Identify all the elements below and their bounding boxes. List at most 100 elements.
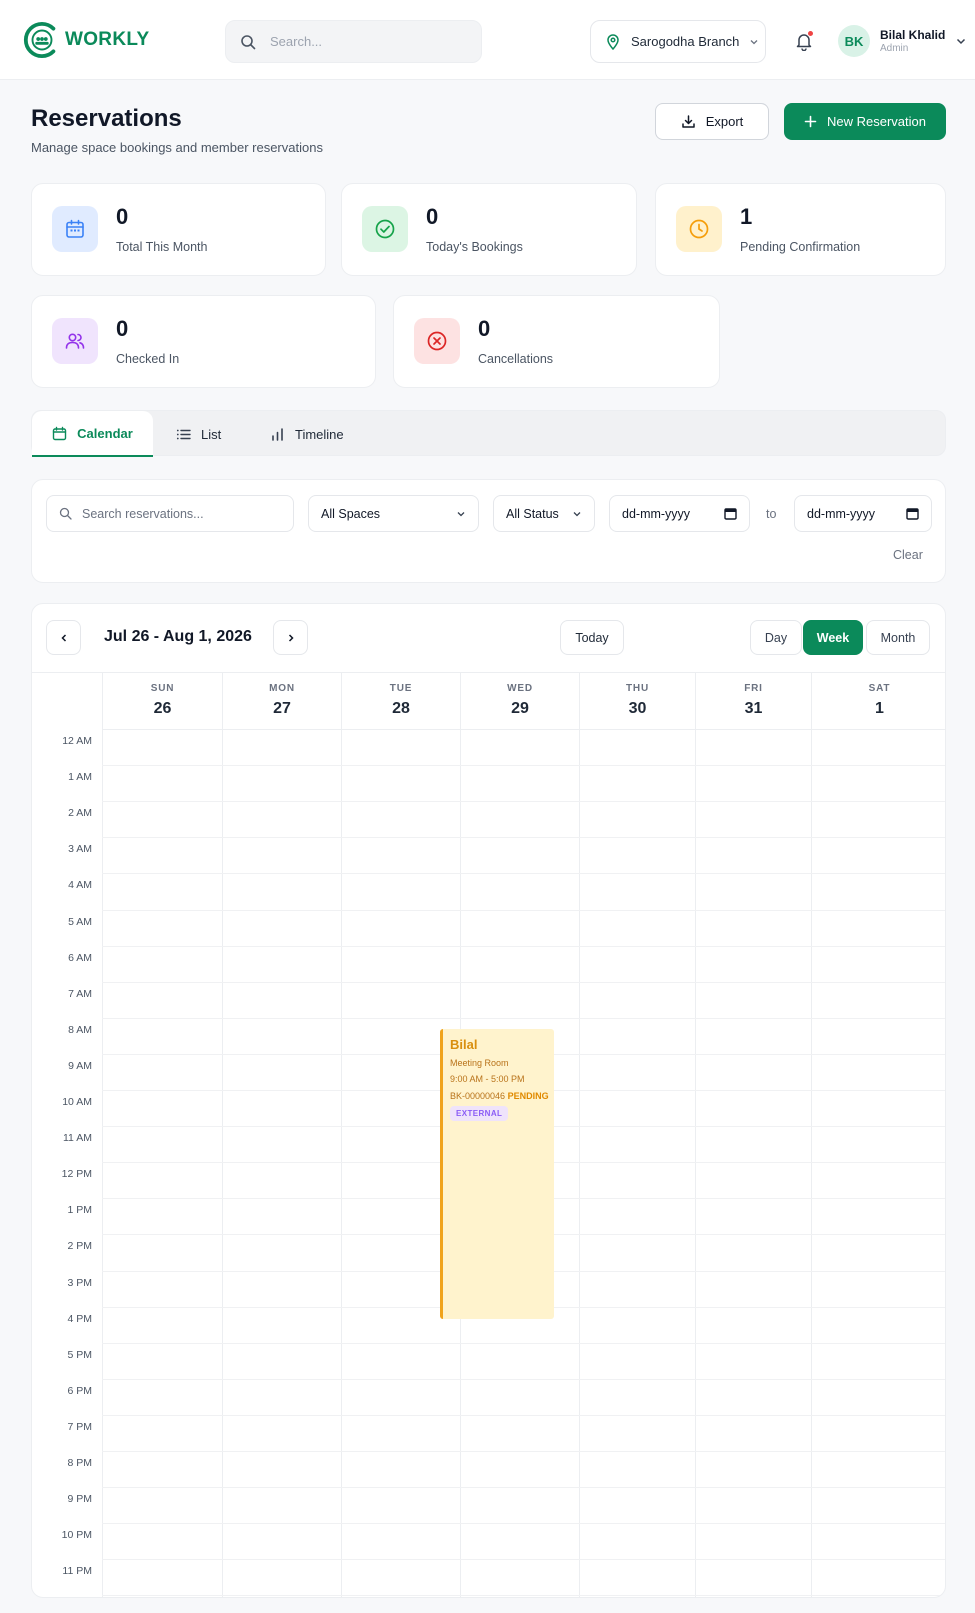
user-menu[interactable]: BK Bilal Khalid Admin [838, 25, 967, 57]
hour-label: 9 AM [68, 1059, 92, 1072]
spaces-select[interactable]: All Spaces [308, 495, 479, 532]
stat-value: 0 [426, 204, 439, 229]
brand-logo[interactable]: WORKLY [23, 20, 150, 60]
event-title: Bilal [450, 1037, 478, 1052]
global-search-input[interactable] [270, 34, 450, 49]
stat-value: 1 [740, 204, 753, 229]
stat-card-checked-in: 0 Checked In [31, 295, 376, 388]
reservation-search-input[interactable] [82, 506, 282, 521]
day-of-week: FRI [744, 683, 763, 694]
reservation-search[interactable] [46, 495, 294, 532]
tab-calendar[interactable]: Calendar [32, 411, 153, 457]
day-of-week: WED [507, 683, 533, 694]
bar-chart-icon [272, 427, 283, 441]
view-day-button[interactable]: Day [750, 620, 802, 655]
stat-label: Cancellations [478, 352, 554, 366]
day-number: 29 [511, 700, 529, 717]
hour-label: 8 AM [68, 1023, 92, 1036]
calendar-icon [906, 508, 919, 520]
stat-value: 0 [116, 316, 129, 341]
grid-row-divider [102, 1487, 945, 1489]
previous-week-button[interactable] [46, 620, 81, 655]
day-header: SUN 26 [102, 673, 222, 729]
view-month-button[interactable]: Month [866, 620, 930, 655]
today-button[interactable]: Today [560, 620, 624, 655]
stat-label: Checked In [116, 352, 180, 366]
hour-label: 2 PM [67, 1240, 92, 1253]
logo-icon [23, 21, 56, 59]
user-name: Bilal Khalid [880, 28, 946, 42]
hour-label: 9 PM [67, 1493, 92, 1506]
new-reservation-button[interactable]: New Reservation [784, 103, 946, 140]
tab-label: Timeline [295, 426, 344, 442]
chevron-right-icon [288, 633, 294, 642]
day-number: 28 [392, 700, 410, 717]
tab-list[interactable]: List [176, 411, 221, 457]
chevron-down-icon [457, 511, 465, 516]
next-week-button[interactable] [273, 620, 308, 655]
event-status: PENDING [507, 1091, 549, 1101]
hour-label: 11 PM [62, 1565, 92, 1578]
grid-row-divider [102, 873, 945, 875]
hour-label: 8 PM [67, 1457, 92, 1469]
hour-label: 6 PM [67, 1384, 92, 1397]
grid-row-divider [102, 1595, 945, 1597]
hour-label: 5 PM [67, 1348, 92, 1361]
stat-value: 0 [478, 316, 491, 341]
grid-row-divider [102, 1414, 945, 1416]
date-from-value: dd-mm-yyyy [622, 506, 691, 521]
grid-column-divider [222, 673, 223, 1597]
new-reservation-label: New Reservation [827, 114, 926, 129]
hour-label: 7 PM [67, 1420, 92, 1433]
stat-icon-wrap [52, 206, 98, 252]
day-number: 1 [875, 700, 884, 717]
status-select[interactable]: All Status [493, 495, 595, 532]
avatar: BK [838, 25, 870, 57]
day-header: THU 30 [579, 673, 695, 729]
grid-row-divider [102, 729, 945, 730]
hour-label: 2 AM [68, 807, 92, 820]
stat-label: Today's Bookings [426, 240, 523, 254]
download-icon [681, 115, 695, 128]
calendar-icon [52, 426, 67, 440]
event-time: 9:00 AM - 5:00 PM [450, 1074, 525, 1084]
status-select-value: All Status [506, 506, 559, 521]
search-icon [59, 507, 72, 520]
page-title: Reservations [31, 105, 182, 132]
stat-icon-wrap [414, 318, 460, 364]
notification-dot [807, 30, 814, 37]
hour-label: 12 AM [62, 735, 92, 747]
grid-row-divider [102, 801, 945, 803]
reservation-event[interactable]: Bilal Meeting Room 9:00 AM - 5:00 PM BK-… [440, 1029, 554, 1319]
date-to-field[interactable]: dd-mm-yyyy [794, 495, 932, 532]
clear-filters-button[interactable]: Clear [893, 548, 923, 562]
stat-card-todays-bookings: 0 Today's Bookings [341, 183, 637, 276]
branch-selector[interactable]: Sarogodha Branch [590, 20, 766, 63]
chevron-down-icon [750, 39, 758, 44]
chevron-down-icon [573, 511, 581, 516]
grid-row-divider [102, 1342, 945, 1344]
day-number: 31 [744, 700, 763, 717]
tab-timeline[interactable]: Timeline [270, 411, 344, 457]
grid-column-divider [341, 673, 342, 1597]
date-from-field[interactable]: dd-mm-yyyy [609, 495, 750, 532]
hour-label: 10 AM [62, 1096, 92, 1108]
user-role: Admin [880, 43, 909, 54]
x-circle-icon [427, 331, 447, 351]
view-week-button[interactable]: Week [803, 620, 863, 655]
date-to-value: dd-mm-yyyy [807, 506, 876, 521]
hour-label: 4 PM [67, 1312, 92, 1325]
event-code-line: BK-00000046 PENDING [450, 1091, 554, 1101]
view-tabs: Calendar List Timeline [31, 410, 946, 457]
check-circle-icon [375, 219, 395, 239]
export-button[interactable]: Export [655, 103, 769, 140]
notifications-button[interactable] [790, 27, 818, 55]
stat-card-cancellations: 0 Cancellations [393, 295, 720, 388]
stat-value: 0 [116, 204, 129, 229]
calendar-icon [66, 219, 84, 238]
grid-column-divider [695, 673, 696, 1597]
list-icon [176, 429, 191, 439]
location-pin-icon [607, 33, 619, 50]
global-search[interactable] [225, 20, 482, 63]
grid-row-divider [102, 945, 945, 947]
